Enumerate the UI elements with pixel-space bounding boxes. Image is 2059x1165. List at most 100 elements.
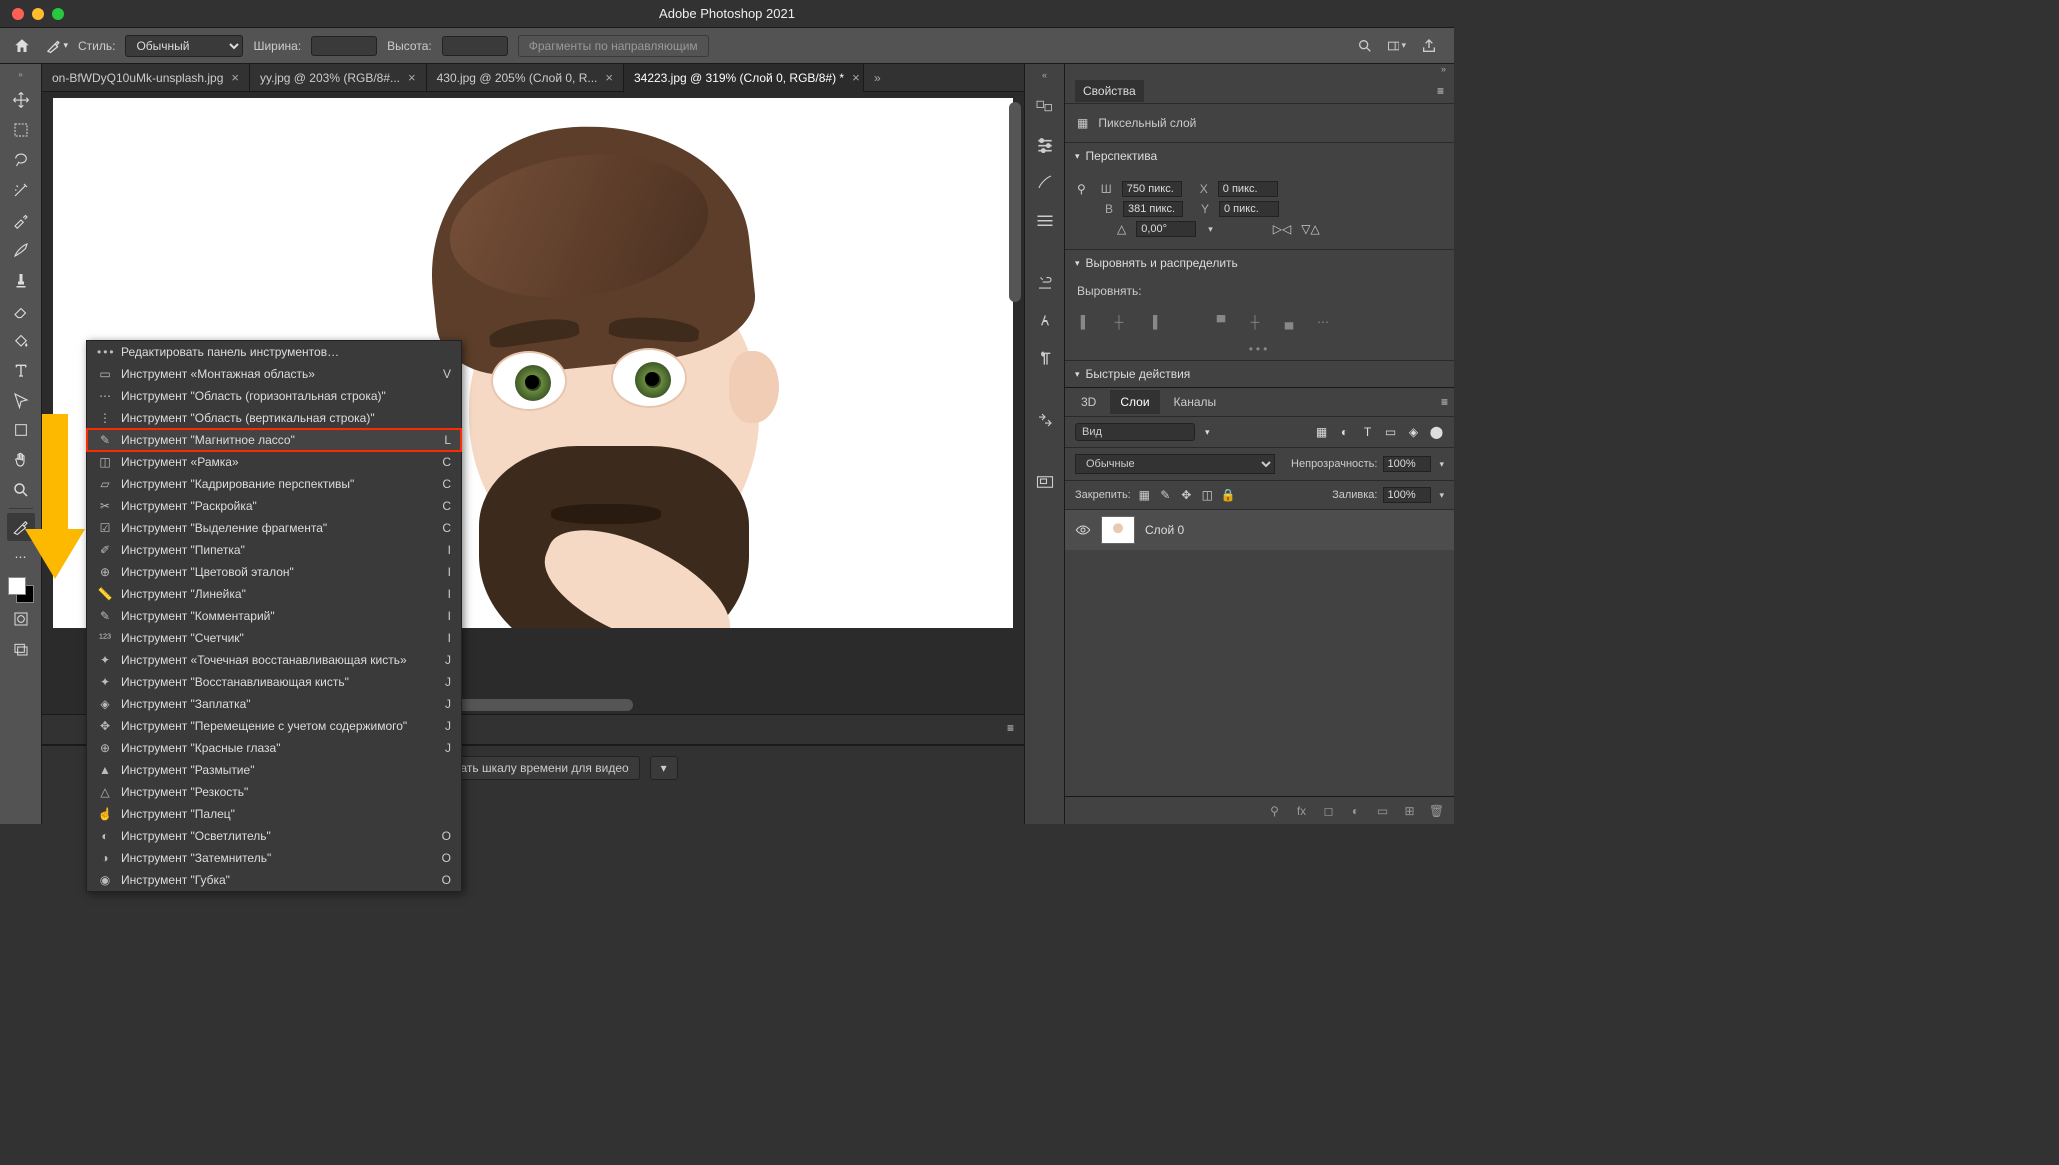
brush-tool[interactable] — [7, 236, 35, 264]
x-field[interactable] — [1218, 181, 1278, 197]
search-icon[interactable] — [1356, 37, 1374, 55]
tool-menu-item[interactable]: ✐Инструмент "Пипетка"I — [87, 539, 461, 561]
align-center-v-icon[interactable]: ┼ — [1245, 312, 1265, 332]
mask-icon[interactable]: ◻ — [1321, 803, 1336, 818]
lock-all-icon[interactable]: 🔒 — [1221, 488, 1236, 503]
lock-pos-icon[interactable]: ✥ — [1179, 488, 1194, 503]
width-input[interactable] — [311, 36, 377, 56]
width-field[interactable] — [1122, 181, 1182, 197]
dock-expand[interactable]: « — [1042, 70, 1047, 80]
visibility-icon[interactable] — [1075, 522, 1091, 538]
tool-menu-item[interactable]: ☑Инструмент "Выделение фрагмента"C — [87, 517, 461, 539]
channels-tab[interactable]: Каналы — [1164, 390, 1227, 414]
brushes-panel-icon[interactable] — [1033, 170, 1057, 194]
group-icon[interactable]: ▭ — [1375, 803, 1390, 818]
tool-menu-item[interactable]: ◫Инструмент «Рамка»C — [87, 451, 461, 473]
tool-menu-item[interactable]: ⊕Инструмент "Красные глаза"J — [87, 737, 461, 759]
filter-shape-icon[interactable]: ▭ — [1383, 425, 1398, 440]
tool-menu-item[interactable]: ▱Инструмент "Кадрирование перспективы"C — [87, 473, 461, 495]
guides-button[interactable]: Фрагменты по направляющим — [518, 35, 709, 57]
trash-icon[interactable]: 🗑 — [1429, 803, 1444, 818]
y-field[interactable] — [1219, 201, 1279, 217]
properties-tab[interactable]: Свойства — [1075, 80, 1144, 102]
filter-toggle-icon[interactable]: ⬤ — [1429, 425, 1444, 440]
timeline-dropdown[interactable]: ▾ — [650, 756, 678, 780]
tool-menu-item[interactable]: ✦Инструмент "Восстанавливающая кисть"J — [87, 671, 461, 693]
workspace-icon[interactable]: ▾ — [1388, 37, 1406, 55]
tabs-overflow[interactable]: » — [864, 71, 891, 85]
align-section[interactable]: ▾Выровнять и распределить — [1065, 249, 1454, 276]
tool-menu-item[interactable]: ▲Инструмент "Размытие" — [87, 759, 461, 781]
close-icon[interactable]: × — [852, 70, 860, 85]
toolbox-expand[interactable]: » — [0, 70, 41, 84]
quickmask-tool[interactable] — [7, 605, 35, 633]
tool-menu-item[interactable]: ◉Инструмент "Губка"O — [87, 869, 461, 891]
marquee-tool[interactable] — [7, 116, 35, 144]
lasso-tool[interactable] — [7, 146, 35, 174]
align-left-icon[interactable]: ▌ — [1075, 312, 1095, 332]
panel-menu-icon[interactable]: ≡ — [1437, 84, 1444, 98]
filter-pixel-icon[interactable]: ▦ — [1314, 425, 1329, 440]
new-layer-icon[interactable]: ⊞ — [1402, 803, 1417, 818]
adjustments-panel-icon[interactable] — [1033, 132, 1057, 156]
history-panel-icon[interactable] — [1033, 270, 1057, 294]
navigator-panel-icon[interactable] — [1033, 470, 1057, 494]
quick-actions-section[interactable]: ▾Быстрые действия — [1065, 360, 1454, 387]
filter-type-icon[interactable]: T — [1360, 425, 1375, 440]
actions-panel-icon[interactable] — [1033, 408, 1057, 432]
maximize-window[interactable] — [52, 8, 64, 20]
tool-menu-item[interactable]: ¹²³Инструмент "Счетчик"I — [87, 627, 461, 649]
tool-menu-item[interactable]: ✎Инструмент "Магнитное лассо"L — [87, 429, 461, 451]
close-icon[interactable]: × — [408, 70, 416, 85]
horizontal-scrollbar[interactable] — [433, 699, 633, 711]
link-layers-icon[interactable]: ⚲ — [1267, 803, 1282, 818]
paragraph-panel-icon[interactable] — [1033, 346, 1057, 370]
lock-paint-icon[interactable]: ✎ — [1158, 488, 1173, 503]
tool-menu-item[interactable]: ✦Инструмент «Точечная восстанавливающая … — [87, 649, 461, 671]
layer-thumbnail[interactable] — [1101, 516, 1135, 544]
path-tool[interactable] — [7, 386, 35, 414]
flip-h-icon[interactable]: ▷◁ — [1273, 222, 1291, 236]
height-field[interactable] — [1123, 201, 1183, 217]
perspective-section[interactable]: ▾Перспектива — [1065, 142, 1454, 169]
align-top-icon[interactable]: ▀ — [1211, 312, 1231, 332]
tool-menu-item[interactable]: ☝Инструмент "Палец" — [87, 803, 461, 825]
panel-menu-icon[interactable]: ≡ — [1441, 395, 1448, 409]
tool-menu-item[interactable]: △Инструмент "Резкость" — [87, 781, 461, 803]
tool-menu-item[interactable]: ✥Инструмент "Перемещение с учетом содерж… — [87, 715, 461, 737]
tool-menu-item[interactable]: ◐Инструмент "Осветлитель"O — [87, 825, 461, 847]
move-tool[interactable] — [7, 86, 35, 114]
tool-menu-item[interactable]: ✂Инструмент "Раскройка"C — [87, 495, 461, 517]
distribute-icon[interactable]: ⋯ — [1313, 312, 1333, 332]
align-center-h-icon[interactable]: ┼ — [1109, 312, 1129, 332]
tool-menu-item[interactable]: ⋮Инструмент "Область (вертикальная строк… — [87, 407, 461, 429]
edit-toolbar-item[interactable]: •••Редактировать панель инструментов… — [87, 341, 461, 363]
libraries-panel-icon[interactable] — [1033, 208, 1057, 232]
filter-smart-icon[interactable]: ◈ — [1406, 425, 1421, 440]
tool-menu-item[interactable]: ◑Инструмент "Затемнитель"O — [87, 847, 461, 869]
tool-menu-item[interactable]: ⋯Инструмент "Область (горизонтальная стр… — [87, 385, 461, 407]
panels-collapse[interactable]: » — [1065, 64, 1454, 78]
eraser-tool[interactable] — [7, 296, 35, 324]
home-button[interactable] — [8, 32, 36, 60]
stamp-tool[interactable] — [7, 266, 35, 294]
close-icon[interactable]: × — [605, 70, 613, 85]
fill-field[interactable] — [1383, 487, 1431, 503]
tool-menu-item[interactable]: ✎Инструмент "Комментарий"I — [87, 605, 461, 627]
lock-trans-icon[interactable]: ▦ — [1137, 488, 1152, 503]
document-tab[interactable]: on-BfWDyQ10uMk-unsplash.jpg× — [42, 64, 250, 92]
layers-tab[interactable]: Слои — [1110, 390, 1159, 414]
tool-menu-item[interactable]: ◈Инструмент "Заплатка"J — [87, 693, 461, 715]
vertical-scrollbar[interactable] — [1009, 102, 1021, 302]
current-tool-icon[interactable]: ▾ — [46, 35, 68, 57]
layer-item[interactable]: Слой 0 — [1065, 510, 1454, 550]
color-panel-icon[interactable] — [1033, 94, 1057, 118]
share-icon[interactable] — [1420, 37, 1438, 55]
more-icon[interactable]: ••• — [1065, 338, 1454, 360]
type-tool[interactable] — [7, 356, 35, 384]
filter-adjust-icon[interactable]: ◐ — [1337, 425, 1352, 440]
tool-menu-item[interactable]: ⊕Инструмент "Цветовой эталон"I — [87, 561, 461, 583]
adjust-layer-icon[interactable]: ◐ — [1348, 803, 1363, 818]
tool-menu-item[interactable]: ▭Инструмент «Монтажная область»V — [87, 363, 461, 385]
blend-mode-select[interactable]: Обычные — [1075, 454, 1275, 474]
